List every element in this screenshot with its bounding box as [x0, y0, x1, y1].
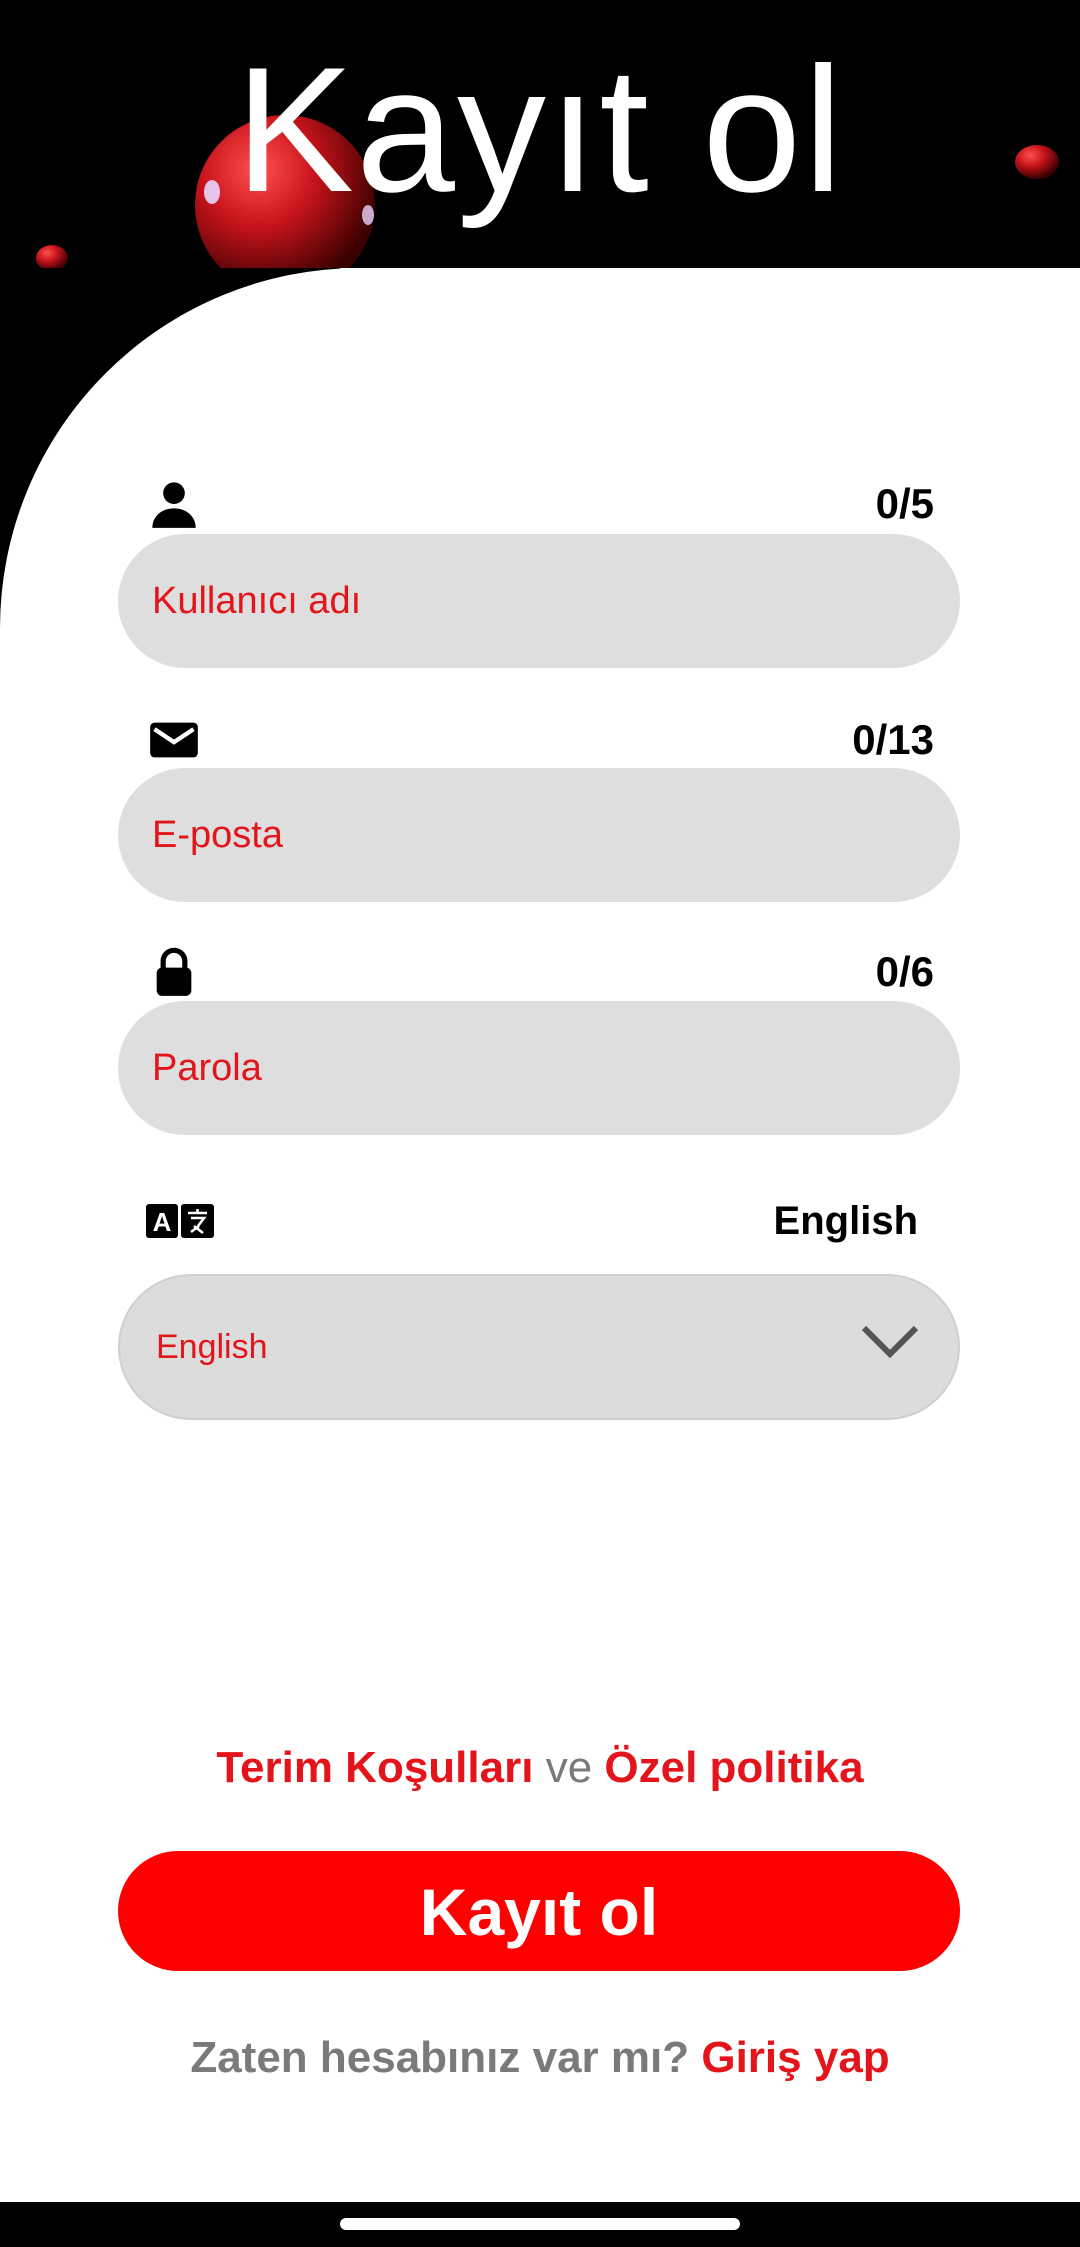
privacy-link[interactable]: Özel politika: [604, 1743, 863, 1792]
language-select[interactable]: English: [118, 1274, 960, 1420]
password-header: 0/6: [148, 946, 934, 1006]
password-input[interactable]: [152, 1001, 922, 1135]
username-input[interactable]: [152, 534, 922, 668]
page-title: Kayıt ol: [235, 30, 845, 229]
current-language-label: English: [773, 1199, 918, 1243]
language-selected-value: English: [156, 1328, 268, 1366]
login-prompt-row: Zaten hesabınız var mı? Giriş yap: [0, 2030, 1080, 2086]
translate-icon: A: [146, 1204, 214, 1238]
lock-icon: [156, 947, 192, 996]
terms-row: Terim Koşulları ve Özel politika: [0, 1738, 1080, 1798]
email-field[interactable]: [118, 768, 960, 902]
username-header: 0/5: [148, 478, 934, 538]
header-banner: Kayıt ol: [0, 0, 1080, 268]
home-gesture-handle[interactable]: [340, 2218, 740, 2230]
terms-link[interactable]: Terim Koşulları: [216, 1743, 533, 1792]
chevron-down-icon: [861, 1325, 919, 1359]
password-counter: 0/6: [875, 948, 934, 995]
mail-icon: [150, 722, 198, 758]
signup-button[interactable]: Kayıt ol: [118, 1851, 960, 1971]
email-header: 0/13: [148, 714, 934, 774]
email-input[interactable]: [152, 768, 922, 902]
terms-conjunction: ve: [545, 1743, 593, 1792]
password-field[interactable]: [118, 1001, 960, 1135]
login-question: Zaten hesabınız var mı?: [190, 2033, 690, 2082]
login-link[interactable]: Giriş yap: [701, 2033, 889, 2082]
username-counter: 0/5: [875, 480, 934, 527]
email-counter: 0/13: [852, 716, 934, 763]
username-field[interactable]: [118, 534, 960, 668]
person-icon: [152, 482, 196, 528]
system-nav-bar: [0, 2202, 1080, 2247]
svg-text:A: A: [153, 1207, 172, 1237]
